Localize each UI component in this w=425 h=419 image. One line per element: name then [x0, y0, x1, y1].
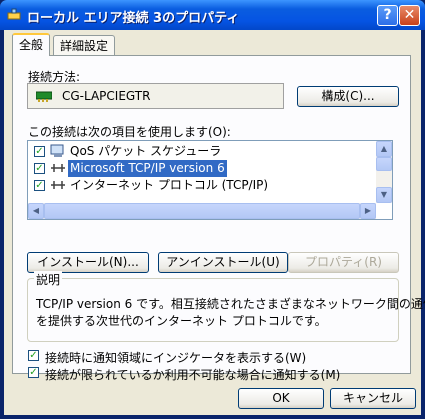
checkbox-tcpip[interactable]: ✓ [34, 180, 45, 191]
tab-general[interactable]: 全般 [12, 33, 51, 56]
tab-advanced[interactable]: 詳細設定 [53, 35, 116, 55]
adapter-box: CG-LAPCIEGTR [27, 83, 284, 109]
vertical-scrollbar[interactable]: ▲ ▼ [376, 141, 392, 203]
help-button[interactable]: ? [377, 5, 398, 26]
option-label: 接続時に通知領域にインジケータを表示する(W) [45, 351, 307, 365]
network-connection-icon [6, 7, 22, 23]
list-item-label: インターネット プロトコル (TCP/IP) [70, 178, 269, 192]
list-item[interactable]: ✓ Microsoft TCP/IP version 6 [32, 159, 372, 178]
checkbox-notify-limited[interactable]: ✓ [28, 367, 39, 378]
scroll-left-icon[interactable]: ◀ [28, 203, 44, 219]
description-group: 説明 TCP/IP version 6 です。相互接続されたさまざまなネットワー… [27, 271, 425, 342]
properties-dialog: ローカル エリア接続 3のプロパティ ? ✕ 全般 詳細設定 接続方法: CG-… [0, 0, 425, 419]
adapter-name: CG-LAPCIEGTR [62, 89, 151, 103]
checkbox-show-icon[interactable]: ✓ [28, 350, 39, 361]
description-text: TCP/IP version 6 です。相互接続されたさまざまなネットワーク間の… [36, 297, 425, 311]
checkbox-tcpip6[interactable]: ✓ [34, 163, 45, 174]
description-text: を提供する次世代のインターネット プロトコルです。 [36, 314, 327, 328]
scroll-thumb[interactable] [376, 157, 392, 171]
general-panel: 接続方法: CG-LAPCIEGTR 構成(C)... この接続は次の項目を使用… [12, 55, 425, 382]
properties-button[interactable]: プロパティ(R) [288, 252, 399, 273]
dialog-client: 全般 詳細設定 接続方法: CG-LAPCIEGTR 構成(C)... この接続… [4, 30, 425, 415]
window-title: ローカル エリア接続 3のプロパティ [27, 11, 240, 26]
scroll-thumb-horizontal[interactable] [44, 203, 360, 219]
scroll-down-icon[interactable]: ▼ [376, 187, 392, 203]
install-button[interactable]: インストール(N)... [27, 252, 149, 273]
protocol-icon [50, 179, 66, 196]
close-button[interactable]: ✕ [399, 5, 420, 26]
ok-button[interactable]: OK [238, 388, 324, 409]
list-item[interactable]: ✓ インターネット プロトコル (TCP/IP) [32, 177, 372, 194]
horizontal-scrollbar[interactable]: ◀ ▶ [28, 203, 376, 219]
option-show-icon[interactable]: ✓ 接続時に通知領域にインジケータを表示する(W) [28, 349, 388, 365]
option-label: 接続が限られているか利用不可能な場合に通知する(M) [45, 368, 341, 382]
scroll-right-icon[interactable]: ▶ [360, 203, 376, 219]
list-item-label-selected: Microsoft TCP/IP version 6 [67, 159, 228, 178]
scroll-up-icon[interactable]: ▲ [376, 141, 392, 157]
list-item-label: QoS パケット スケジューラ [70, 144, 222, 158]
network-adapter-icon [35, 90, 53, 105]
uninstall-button[interactable]: アンインストール(U) [158, 252, 288, 273]
cancel-button[interactable]: キャンセル [330, 388, 416, 409]
list-item[interactable]: ✓ QoS パケット スケジューラ [32, 143, 372, 160]
option-notify-limited[interactable]: ✓ 接続が限られているか利用不可能な場合に通知する(M) [28, 366, 388, 382]
checkbox-qos[interactable]: ✓ [34, 146, 45, 157]
components-label: この接続は次の項目を使用します(O): [28, 125, 231, 139]
title-bar[interactable]: ローカル エリア接続 3のプロパティ ? ✕ [0, 0, 425, 30]
components-list[interactable]: ✓ QoS パケット スケジューラ ✓ Microsoft TCP/IP ver… [27, 140, 393, 220]
description-title: 説明 [34, 271, 63, 288]
configure-button[interactable]: 構成(C)... [297, 86, 399, 107]
